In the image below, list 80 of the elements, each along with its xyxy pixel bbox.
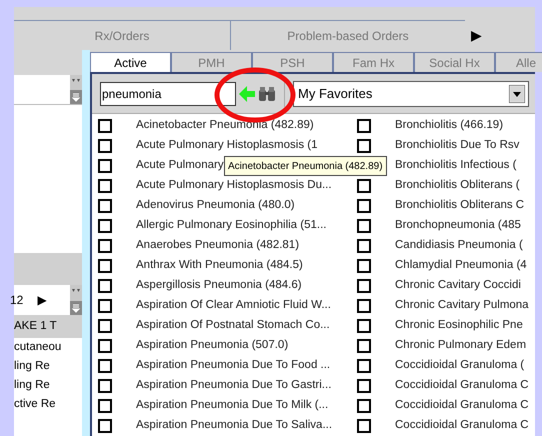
checkbox[interactable] — [357, 359, 371, 373]
next-button[interactable]: ▶ — [37, 285, 46, 315]
checkbox[interactable] — [98, 319, 112, 333]
checkbox[interactable] — [357, 379, 371, 393]
diagnosis-label[interactable]: Aspiration Of Clear Amniotic Fluid W... — [136, 297, 331, 315]
checkbox[interactable] — [357, 139, 371, 153]
checkbox[interactable] — [357, 279, 371, 293]
checkbox[interactable] — [98, 119, 112, 133]
checkbox[interactable] — [98, 179, 112, 193]
diagnosis-label[interactable]: Aspiration Pneumonia Due To Milk (... — [136, 397, 328, 415]
diagnosis-label[interactable]: Chronic Pulmonary Edem — [395, 337, 526, 355]
diagnosis-label[interactable]: Anthrax With Pneumonia (484.5) — [136, 257, 303, 275]
checkbox[interactable] — [98, 419, 112, 433]
diagnosis-label[interactable]: Aspergillosis Pneumonia (484.6) — [136, 277, 302, 295]
binoculars-icon[interactable] — [258, 86, 276, 102]
favorites-dropdown[interactable]: My Favorites — [293, 80, 529, 106]
checkbox[interactable] — [98, 219, 112, 233]
checkbox[interactable] — [357, 219, 371, 233]
checkbox[interactable] — [98, 139, 112, 153]
diagnosis-label[interactable]: Coccidioidal Granuloma C — [395, 377, 529, 395]
diagnosis-label[interactable]: Aspiration Pneumonia (507.0) — [136, 337, 288, 355]
diagnosis-label[interactable]: Acute Pulmonary — [136, 157, 224, 175]
panel-header — [14, 50, 82, 75]
checkbox[interactable] — [357, 419, 371, 433]
diagnosis-label[interactable]: Candidiasis Pneumonia ( — [395, 237, 523, 255]
checkbox[interactable] — [357, 339, 371, 353]
table-cell-text: ling Re — [14, 378, 51, 393]
diagnosis-label[interactable]: Acute Pulmonary Histoplasmosis Du... — [136, 177, 332, 195]
checkbox[interactable] — [98, 199, 112, 213]
checkbox[interactable] — [357, 179, 371, 193]
checkbox[interactable] — [98, 379, 112, 393]
column-header: AKE 1 T — [14, 315, 82, 338]
diagnosis-label[interactable]: Acinetobacter Pneumonia (482.89) — [136, 117, 314, 135]
diagnosis-label[interactable]: Aspiration Pneumonia Due To Food ... — [136, 357, 330, 375]
scroll-down-icon[interactable] — [70, 301, 82, 315]
checkbox[interactable] — [98, 279, 112, 293]
table-cell-text: cutaneou — [14, 340, 62, 355]
diagnosis-label[interactable]: Chlamydial Pneumonia (4 — [395, 257, 527, 275]
diagnosis-label[interactable]: Bronchopneumonia (485 — [395, 217, 521, 235]
diagnosis-label[interactable]: Chronic Cavitary Pulmona — [395, 297, 529, 315]
diagnosis-label[interactable]: Aspiration Pneumonia Due To Gastri... — [136, 377, 332, 395]
diagnosis-label[interactable]: Anaerobes Pneumonia (482.81) — [136, 237, 300, 255]
checkbox[interactable] — [357, 199, 371, 213]
checkbox[interactable] — [357, 119, 371, 133]
diagnosis-label[interactable]: Adenovirus Pneumonia (480.0) — [136, 197, 295, 215]
checkbox[interactable] — [98, 259, 112, 273]
diagnosis-label[interactable]: Allergic Pulmonary Eosinophilia (51... — [136, 217, 326, 235]
dropdown-arrow-icon[interactable] — [509, 84, 525, 102]
scroll-tabs-button[interactable]: ▶ — [471, 20, 482, 50]
diagnosis-label[interactable]: Bronchiolitis Obliterans ( — [395, 177, 520, 195]
diagnosis-label[interactable]: Aspiration Pneumonia Due To Saliva... — [136, 417, 332, 435]
checkbox[interactable] — [98, 159, 112, 173]
scroll-down-icon[interactable] — [70, 90, 82, 104]
checkbox[interactable] — [98, 339, 112, 353]
diagnosis-label[interactable]: Bronchiolitis Infectious ( — [395, 157, 516, 175]
diagnosis-label[interactable]: Bronchiolitis Obliterans C — [395, 197, 524, 215]
checkbox[interactable] — [357, 399, 371, 413]
diagnosis-label[interactable]: Coccidioidal Granuloma C — [395, 417, 529, 435]
diagnosis-tooltip: Acinetobacter Pneumonia (482.89) — [224, 156, 387, 176]
diagnosis-label[interactable]: Chronic Cavitary Coccidi — [395, 277, 521, 295]
checkbox[interactable] — [357, 299, 371, 313]
diagnosis-label[interactable]: Coccidioidal Granuloma C — [395, 397, 529, 415]
diagnosis-label[interactable]: Aspiration Of Postnatal Stomach Co... — [136, 317, 330, 335]
page-number: 12 — [10, 292, 24, 309]
checkbox[interactable] — [98, 239, 112, 253]
table-cell-text: ling Re — [14, 358, 51, 374]
checkbox[interactable] — [98, 299, 112, 313]
checkbox[interactable] — [357, 239, 371, 253]
table-cell-text: ctive Re — [14, 396, 57, 412]
checkbox[interactable] — [98, 359, 112, 373]
tab[interactable]: Active — [90, 52, 171, 72]
checkbox[interactable] — [357, 319, 371, 333]
diagnosis-label[interactable]: Bronchiolitis Due To Rsv — [395, 137, 520, 155]
diagnosis-label[interactable]: Acute Pulmonary Histoplasmosis (1 — [136, 137, 318, 155]
checkbox[interactable] — [98, 399, 112, 413]
search-field[interactable]: pneumonia — [100, 82, 236, 106]
checkbox[interactable] — [357, 259, 371, 273]
diagnosis-label[interactable]: Coccidioidal Granuloma ( — [395, 357, 524, 375]
diagnosis-label[interactable]: Chronic Eosinophilic Pne — [395, 317, 523, 335]
diagnosis-label[interactable]: Bronchiolitis (466.19) — [395, 117, 504, 135]
